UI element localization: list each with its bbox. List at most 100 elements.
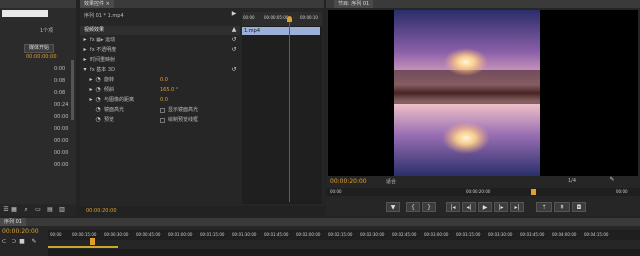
effect-controls-tabbar: 效果控件 × [80, 0, 324, 8]
media-start-button[interactable]: 媒体开始 [24, 44, 54, 53]
new-bin-icon[interactable]: ▭ [34, 206, 42, 214]
timeline-ruler[interactable]: 00:00 00:00:15:00 00:00:30:00 00:00:45:0… [48, 230, 640, 240]
icon-view-icon[interactable]: ▦ [10, 206, 18, 214]
tab-effect-controls[interactable]: 效果控件 × [80, 0, 114, 8]
property-value[interactable]: 165.0 ° [160, 86, 178, 95]
effect-label: fx 不透明度 [90, 47, 117, 53]
step-back-button[interactable]: ◂| [462, 202, 476, 212]
mark-in-button[interactable]: { [406, 202, 420, 212]
monitor-controls-bar: 00:00:20:00 适合 1/4 ✎ 00:00 00:00:20:00 0… [326, 176, 640, 216]
list-item[interactable]: 0:00 [54, 66, 65, 72]
property-value[interactable]: 0.0 [160, 76, 168, 85]
step-forward-button[interactable]: |▸ [494, 202, 508, 212]
program-monitor-tabbar: 节目: 序列 01 [326, 0, 640, 8]
item-count: 1个项 [40, 28, 54, 34]
project-list: 0:00 0:08 0:08 00:24 00:00 00:00 00:00 0… [52, 64, 70, 194]
new-item-icon[interactable]: ▤ [46, 206, 54, 214]
list-view-icon[interactable]: ☰ [2, 206, 10, 214]
list-item[interactable]: 0:08 [54, 78, 65, 84]
stopwatch-icon[interactable]: ◔ [95, 96, 101, 104]
tab-sequence[interactable]: 序列 01 [0, 218, 26, 226]
marker-icon[interactable]: ■ [18, 238, 26, 246]
property-label: 预览 [104, 117, 115, 123]
clip-bar[interactable]: 1.mp4 [242, 27, 320, 35]
effect-timeline-ruler[interactable]: 00:00 00:00:05:00 00:00:10 [242, 12, 322, 26]
go-to-out-button[interactable]: ▸| [510, 202, 524, 212]
preview-checkbox[interactable] [160, 118, 165, 123]
clip-header: 序列 01 * 1.mp4 ▶ [80, 10, 240, 20]
timeline-playhead[interactable] [90, 238, 95, 245]
linked-icon[interactable]: ⊃ [10, 238, 18, 246]
chevron-right-icon[interactable]: ▸ [88, 96, 94, 104]
ruler-tick: 00:00:45:00 [136, 232, 161, 237]
ruler-tick: 00:02:15:00 [328, 232, 353, 237]
effect-row-motion[interactable]: ▸ fx ▦▸ 运动 ↺ [80, 36, 240, 45]
settings-icon[interactable]: ✎ [30, 238, 38, 246]
property-value[interactable]: 0.0 [160, 96, 168, 105]
timeline-timecode[interactable]: 00:00:20:00 [2, 228, 39, 235]
snap-icon[interactable]: ⊂ [0, 238, 8, 246]
transport-controls: ▼ { } |◂ ◂| ▶ |▸ ▸| ⇡ ⇞ ◘ [386, 202, 636, 214]
property-row-preview[interactable]: ◔ 预览 绘制预览线框 [80, 116, 240, 125]
ruler-tick: 00:00:05:00 [264, 15, 289, 20]
list-item[interactable]: 00:00 [54, 150, 68, 156]
ruler-tick: 00:00 [330, 189, 342, 194]
tab-program[interactable]: 节目: 序列 01 [334, 0, 374, 8]
extract-button[interactable]: ⇞ [554, 202, 570, 212]
list-item[interactable]: 0:08 [54, 90, 65, 96]
wrench-icon[interactable]: ✎ [608, 176, 616, 184]
close-icon[interactable]: × [106, 1, 110, 7]
chevron-right-icon[interactable]: ▸ [82, 46, 88, 54]
stopwatch-icon[interactable]: ◔ [95, 86, 101, 94]
effect-row-time-remap[interactable]: ▸ 时间重映射 [80, 56, 240, 65]
search-field[interactable] [2, 10, 48, 17]
fit-dropdown[interactable]: 适合 [386, 178, 396, 185]
list-item[interactable]: 00:00 [54, 138, 68, 144]
reset-icon[interactable]: ↺ [230, 66, 238, 74]
property-row-distance[interactable]: ▸ ◔ 与图像的距离 0.0 [80, 96, 240, 105]
go-to-in-button[interactable]: |◂ [446, 202, 460, 212]
property-row-specular[interactable]: ◔ 镜面高光 显示镜面高光 [80, 106, 240, 115]
timeline-track-area[interactable] [48, 249, 640, 256]
reset-icon[interactable]: ↺ [230, 46, 238, 54]
stopwatch-icon[interactable]: ◔ [95, 106, 101, 114]
chevron-right-icon[interactable]: ▶ [230, 10, 238, 18]
specular-checkbox[interactable] [160, 108, 165, 113]
list-item[interactable]: 00:00 [54, 126, 68, 132]
list-item[interactable]: 00:00 [54, 114, 68, 120]
program-timecode[interactable]: 00:00:20:00 [330, 178, 367, 185]
export-frame-button[interactable]: ◘ [572, 202, 586, 212]
chevron-right-icon[interactable]: ▸ [82, 36, 88, 44]
effect-row-opacity[interactable]: ▸ fx 不透明度 ↺ [80, 46, 240, 55]
media-start-time: 00:00:00:00 [26, 54, 57, 60]
lift-button[interactable]: ⇡ [536, 202, 552, 212]
ruler-tick: 00:00 [243, 15, 255, 20]
delete-icon[interactable]: ▥ [58, 206, 66, 214]
program-ruler[interactable]: 00:00 00:00:20:00 00:00 [326, 188, 640, 196]
chevron-right-icon[interactable]: ▸ [82, 56, 88, 64]
timeline-work-area[interactable] [48, 246, 118, 248]
ruler-tick: 00:01:45:00 [264, 232, 289, 237]
property-row-tilt[interactable]: ▸ ◔ 倾斜 165.0 ° [80, 86, 240, 95]
stopwatch-icon[interactable]: ◔ [95, 116, 101, 124]
effect-timecode[interactable]: 00:00:20:00 [86, 208, 117, 214]
property-row-rotate[interactable]: ▸ ◔ 旋转 0.0 [80, 76, 240, 85]
chevron-right-icon[interactable]: ▸ [88, 76, 94, 84]
mark-out-button[interactable]: } [422, 202, 436, 212]
stopwatch-icon[interactable]: ◔ [95, 76, 101, 84]
reset-icon[interactable]: ↺ [230, 36, 238, 44]
quality-dropdown[interactable]: 1/4 [568, 178, 576, 184]
list-item[interactable]: 00:00 [54, 162, 68, 168]
search-icon[interactable]: ⌕ [22, 206, 30, 214]
list-item[interactable]: 00:24 [54, 102, 68, 108]
program-playhead[interactable] [531, 189, 536, 195]
project-scrollbar[interactable] [71, 60, 74, 120]
video-viewer[interactable] [328, 10, 638, 176]
chevron-right-icon[interactable]: ▸ [88, 86, 94, 94]
add-marker-button[interactable]: ▼ [386, 202, 400, 212]
ruler-tick: 00:02:00:00 [296, 232, 321, 237]
scroll-up-icon[interactable]: ▲ [230, 26, 238, 34]
effect-row-basic3d[interactable]: ▾ fx 基本 3D ↺ [80, 66, 240, 75]
play-button[interactable]: ▶ [478, 202, 492, 212]
chevron-down-icon[interactable]: ▾ [82, 66, 88, 74]
